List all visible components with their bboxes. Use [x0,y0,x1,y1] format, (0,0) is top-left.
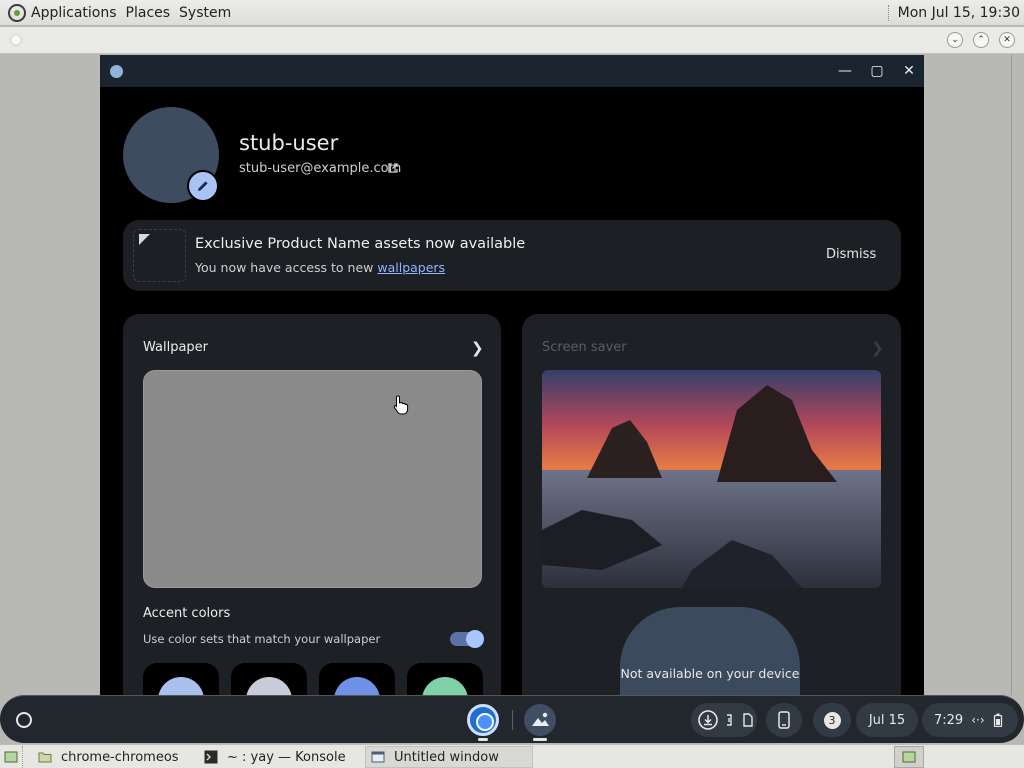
screensaver-preview-image [542,370,881,588]
swatch-color [158,677,204,695]
promo-banner: Exclusive Product Name assets now availa… [123,220,901,291]
pencil-icon [198,181,208,191]
match-wallpaper-toggle[interactable] [450,630,484,648]
personalization-app-icon [110,65,123,78]
hand-pointer-icon [393,395,409,415]
banner-subtitle-text: You now have access to new [195,260,378,275]
file-icon [743,713,753,727]
personalization-shelf-icon[interactable] [524,704,556,736]
accent-colors-subtitle: Use color sets that match your wallpaper [143,632,381,646]
color-swatch[interactable] [319,663,395,695]
toggle-knob [466,630,484,648]
battery-icon [993,713,1002,727]
swatch-color [246,677,292,695]
taskbar-item-konsole[interactable]: ~ : yay — Konsole [204,746,346,768]
swatch-color [334,677,380,695]
notification-tray[interactable]: 3 [813,703,851,737]
wallpapers-link[interactable]: wallpapers [377,260,445,275]
shelf-divider [512,710,513,730]
chrome-app-icon[interactable] [467,704,499,736]
top-panel: Applications Places System Mon Jul 15, 1… [0,0,1024,26]
phone-icon [778,711,790,729]
taskbar-item-label: ~ : yay — Konsole [227,749,346,765]
chevron-right-icon: ❯ [871,339,884,357]
workspace-switcher[interactable] [894,746,924,768]
network-icon: ‹·› [971,713,985,727]
system-menu[interactable]: System [179,5,231,21]
desktop-scroll-edge [1011,55,1012,695]
distro-logo-icon[interactable] [8,3,26,22]
folder-icon [38,752,52,763]
window-menu-icon[interactable] [10,34,22,46]
desktop-background-left [0,55,100,695]
unavailable-badge: Not available on your device [620,607,800,695]
panel-clock[interactable]: Mon Jul 15, 19:30 [898,5,1020,21]
color-swatch[interactable] [407,663,483,695]
holding-space-tray[interactable] [691,703,757,737]
status-area[interactable]: 7:29 ‹·› [922,703,1018,737]
desktop-background-right [924,55,1024,695]
terminal-icon [204,750,218,764]
shelf-time: 7:29 [934,712,964,728]
phone-hub-button[interactable] [766,703,802,737]
dismiss-button[interactable]: Dismiss [826,247,876,262]
chromeos-shelf: 3 Jul 15 7:29 ‹·› [0,695,1024,743]
accent-colors-title: Accent colors [143,606,231,621]
applications-menu[interactable]: Applications [31,5,117,21]
launcher-button[interactable] [16,712,32,728]
banner-subtitle: You now have access to new wallpapers [195,260,445,275]
download-icon [698,710,718,730]
edit-avatar-button[interactable] [187,170,219,202]
date-tray[interactable]: Jul 15 [856,703,918,737]
wallpaper-title[interactable]: Wallpaper [143,340,208,355]
maximize-icon[interactable]: ⌃ [973,32,989,48]
window-decoration-bar: ⌄ ⌃ ✕ [0,27,1024,54]
app-maximize-button[interactable]: ▢ [867,61,887,81]
profile-email[interactable]: stub-user@example.com [239,161,401,176]
show-desktop-icon [4,751,18,763]
taskbar-separator [22,746,30,768]
minimize-icon[interactable]: ⌄ [947,32,963,48]
running-indicator [533,738,547,741]
profile-name: stub-user [239,131,339,155]
desktop-taskbar: chrome-chromeos ~ : yay — Konsole Untitl… [0,744,1024,768]
taskbar-item-chrome[interactable]: chrome-chromeos [38,746,179,768]
wallpaper-preview[interactable] [143,370,482,588]
workspace-icon [902,751,916,763]
panel-separator [887,5,890,21]
color-swatch[interactable] [143,663,219,695]
app-titlebar: — ▢ ✕ [100,55,924,87]
banner-title: Exclusive Product Name assets now availa… [195,236,526,252]
unavailable-text: Not available on your device [620,666,800,681]
close-icon[interactable]: ✕ [999,32,1015,48]
wallpaper-card: Wallpaper ❯ Accent colors Use color sets… [123,314,501,695]
color-swatch[interactable] [231,663,307,695]
swatch-color [422,677,468,695]
external-link-icon[interactable] [387,162,399,174]
screenshot-icon [727,714,732,726]
taskbar-item-label: chrome-chromeos [61,749,179,765]
places-menu[interactable]: Places [126,5,171,21]
screensaver-title: Screen saver [542,340,627,355]
window-icon [371,751,385,763]
taskbar-item-label: Untitled window [394,749,499,765]
taskbar-item-untitled[interactable]: Untitled window [365,746,533,768]
personalization-app-window: — ▢ ✕ stub-user stub-user@example.com Ex… [100,55,924,695]
running-indicator [478,738,488,741]
notification-count: 3 [823,711,841,729]
landscape-icon [532,712,549,726]
chevron-right-icon[interactable]: ❯ [471,339,484,357]
app-minimize-button[interactable]: — [835,61,855,81]
screensaver-card: Screen saver ❯ Not available on your dev… [522,314,901,695]
app-close-button[interactable]: ✕ [899,61,919,81]
